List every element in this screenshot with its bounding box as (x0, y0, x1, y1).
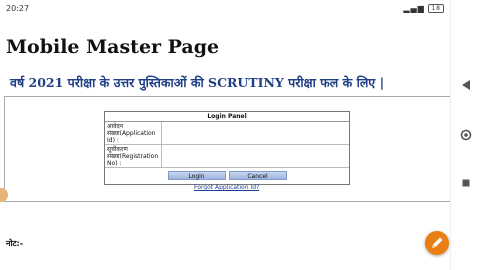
button-row: Login Cancel (105, 168, 349, 180)
status-time: 20:27 (6, 4, 30, 13)
application-id-label: आवेदन संख्या(Application Id) : (105, 122, 162, 144)
login-panel: Login Panel आवेदन संख्या(Application Id)… (104, 111, 350, 185)
edit-fab-button[interactable] (425, 231, 449, 255)
application-id-row: आवेदन संख्या(Application Id) : (105, 122, 349, 145)
forgot-application-id-link[interactable]: Forgot Application Id? (194, 184, 259, 191)
battery-icon: 18 (428, 4, 444, 13)
page-title: Mobile Master Page (6, 36, 220, 58)
application-id-input[interactable] (163, 123, 348, 143)
note-label: नोट:- (6, 239, 24, 248)
registration-no-label: सूचीकरण संख्या(Registration No) : (105, 145, 162, 167)
login-panel-heading: Login Panel (105, 112, 349, 122)
navigation-bar (450, 0, 480, 270)
login-button[interactable]: Login (167, 171, 226, 180)
recents-square-icon[interactable] (460, 177, 472, 189)
status-bar: 20:27 ▂▄▆ 18 (0, 0, 450, 18)
edit-pencil-icon (432, 237, 443, 248)
page-subtitle: वर्ष 2021 परीक्षा के उत्तर पुस्तिकाओं की… (10, 75, 385, 90)
back-triangle-icon[interactable] (460, 79, 472, 91)
registration-no-row: सूचीकरण संख्या(Registration No) : (105, 145, 349, 168)
signal-icon: ▂▄▆ (403, 4, 425, 13)
home-circle-icon[interactable] (460, 129, 472, 141)
cancel-button[interactable]: Cancel (228, 171, 287, 180)
status-icons: ▂▄▆ 18 (403, 4, 444, 13)
registration-no-input[interactable] (163, 146, 348, 166)
